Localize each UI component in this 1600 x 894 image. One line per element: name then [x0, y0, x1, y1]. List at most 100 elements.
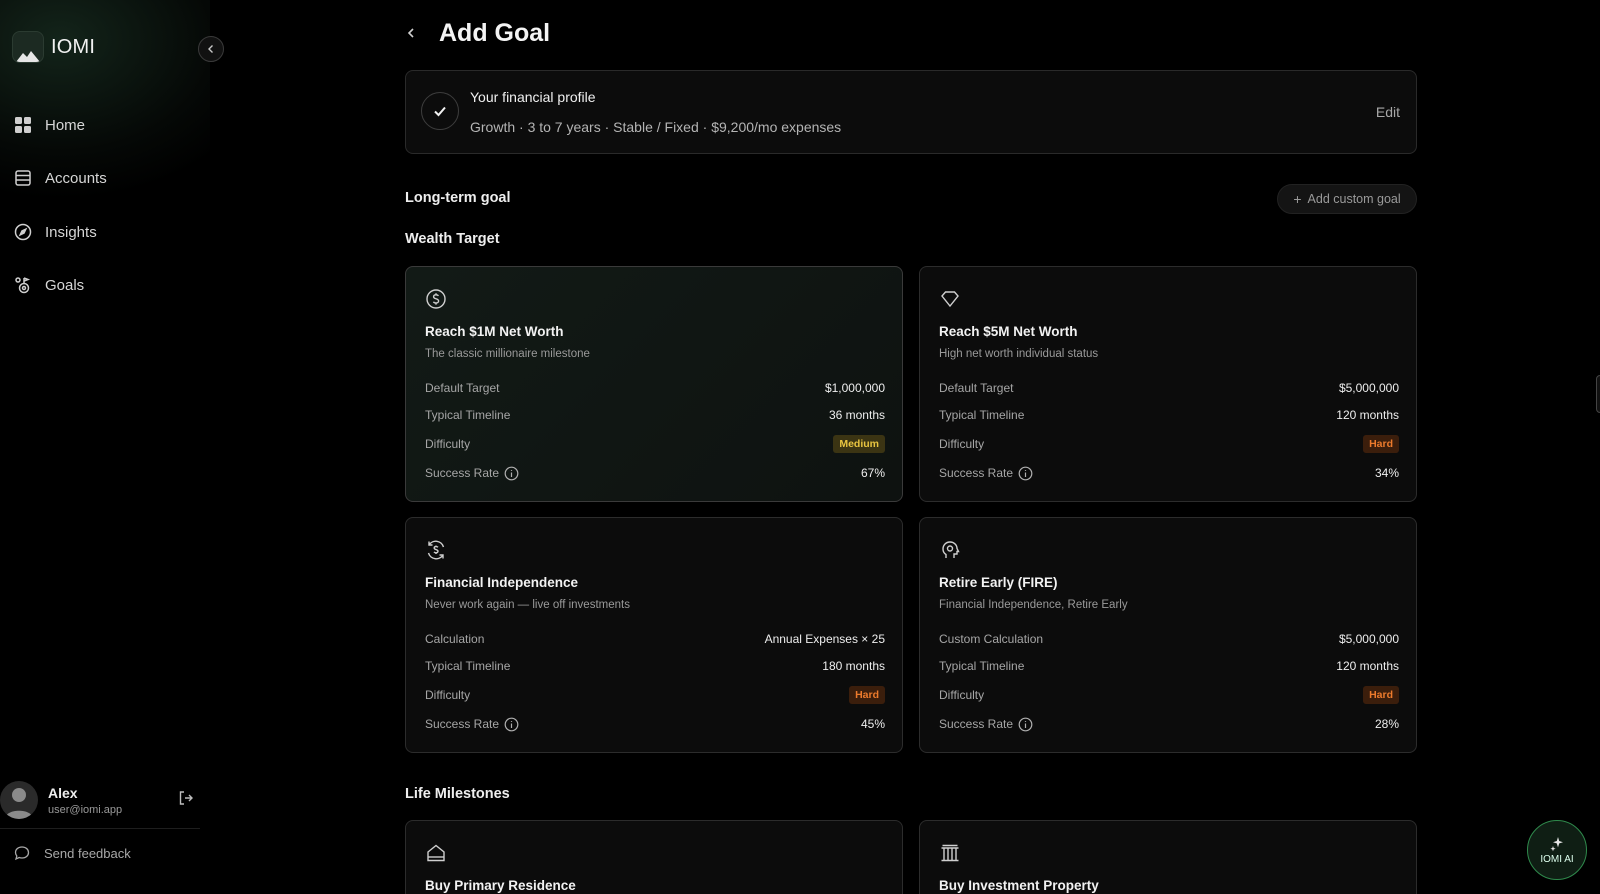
sidebar-item-insights[interactable]: Insights — [13, 222, 97, 242]
row-key: Custom Calculation — [939, 632, 1044, 646]
chat-bubble-icon — [14, 846, 30, 861]
user-profile[interactable]: Alex user@iomi.app — [0, 778, 200, 822]
profile-title: Your financial profile — [470, 89, 596, 105]
goal-title: Financial Independence — [425, 575, 579, 590]
row-key: Default Target — [939, 381, 1014, 395]
side-panel-handle[interactable] — [1596, 375, 1600, 413]
goal-row: Calculation Annual Expenses × 25 — [425, 629, 885, 649]
row-key-label: Success Rate — [939, 717, 1014, 731]
sidebar-item-label: Home — [45, 116, 86, 134]
info-icon[interactable] — [504, 717, 519, 732]
sparkle-icon — [1550, 836, 1563, 851]
goal-card-reach-1m[interactable]: Reach $1M Net Worth The classic milliona… — [405, 266, 903, 502]
goal-row: Difficulty Medium — [425, 434, 885, 454]
goal-card-retire-early[interactable]: Retire Early (FIRE) Financial Independen… — [919, 517, 1417, 753]
goal-title: Reach $1M Net Worth — [425, 324, 564, 339]
row-key: Default Target — [425, 381, 500, 395]
profile-summary: Growth · 3 to 7 years · Stable / Fixed ·… — [470, 119, 842, 135]
row-key: Success Rate — [425, 466, 519, 481]
goal-card-buy-primary-residence[interactable]: Buy Primary Residence — [405, 820, 903, 894]
goal-row: Difficulty Hard — [425, 685, 885, 705]
row-key-label: Success Rate — [425, 466, 500, 480]
feedback-label: Send feedback — [44, 845, 131, 861]
row-value: 180 months — [822, 659, 885, 673]
goal-title: Reach $5M Net Worth — [939, 324, 1078, 339]
row-value: 34% — [1374, 466, 1399, 480]
info-icon[interactable] — [1018, 717, 1033, 732]
row-value: 36 months — [828, 408, 885, 422]
dollar-refresh-icon — [425, 539, 447, 561]
page-title: Add Goal — [439, 18, 551, 47]
ai-button-label: IOMI AI — [1540, 853, 1574, 865]
row-value: 120 months — [1336, 408, 1399, 422]
goal-row: Success Rate 34% — [939, 463, 1399, 483]
diamond-icon — [939, 288, 961, 310]
row-value: 28% — [1374, 717, 1399, 731]
back-button[interactable] — [405, 18, 425, 48]
logout-icon[interactable] — [178, 790, 194, 811]
goal-row: Typical Timeline 180 months — [425, 656, 885, 676]
row-value: $5,000,000 — [1338, 632, 1399, 646]
goal-row: Default Target $1,000,000 — [425, 378, 885, 398]
dollar-circle-icon — [425, 288, 447, 310]
page-header: Add Goal — [405, 18, 550, 48]
sidebar: IOMI Home Accounts Insights Goals Alex u… — [0, 0, 224, 894]
add-custom-goal-button[interactable]: + Add custom goal — [1277, 184, 1417, 214]
difficulty-badge: Medium — [833, 435, 885, 453]
head-lightbulb-icon — [939, 539, 961, 561]
goal-row: Default Target $5,000,000 — [939, 378, 1399, 398]
sidebar-item-label: Accounts — [45, 169, 107, 187]
goal-row: Difficulty Hard — [939, 685, 1399, 705]
row-key: Success Rate — [939, 466, 1033, 481]
row-key-label: Success Rate — [425, 717, 500, 731]
goal-card-financial-independence[interactable]: Financial Independence Never work again … — [405, 517, 903, 753]
list-icon — [13, 168, 33, 188]
row-key: Typical Timeline — [939, 659, 1025, 673]
difficulty-badge: Hard — [1363, 435, 1399, 453]
goal-row: Success Rate 45% — [425, 714, 885, 734]
goal-row: Custom Calculation $5,000,000 — [939, 629, 1399, 649]
sidebar-divider — [0, 828, 200, 829]
user-info: Alex user@iomi.app — [48, 785, 122, 816]
row-key: Difficulty — [425, 437, 471, 451]
goal-title: Buy Primary Residence — [425, 878, 576, 893]
iomi-ai-button[interactable]: IOMI AI — [1527, 820, 1587, 880]
row-key: Success Rate — [425, 717, 519, 732]
goal-row: Success Rate 28% — [939, 714, 1399, 734]
brand[interactable]: IOMI — [12, 31, 95, 63]
grid-icon — [13, 115, 33, 135]
row-key: Difficulty — [939, 437, 985, 451]
goal-row: Typical Timeline 36 months — [425, 405, 885, 425]
goal-row: Typical Timeline 120 months — [939, 405, 1399, 425]
send-feedback-button[interactable]: Send feedback — [14, 845, 131, 861]
difficulty-badge: Hard — [1363, 686, 1399, 704]
difficulty-badge: Hard — [849, 686, 885, 704]
app-logo-icon — [12, 31, 44, 63]
check-icon — [421, 92, 459, 130]
row-value: 67% — [860, 466, 885, 480]
add-custom-goal-label: Add custom goal — [1307, 192, 1401, 206]
user-name: Alex — [48, 784, 78, 801]
goal-row: Difficulty Hard — [939, 434, 1399, 454]
house-icon — [425, 842, 447, 864]
info-icon[interactable] — [1018, 466, 1033, 481]
sidebar-item-goals[interactable]: Goals — [13, 275, 84, 295]
sidebar-item-accounts[interactable]: Accounts — [13, 168, 107, 188]
goal-card-buy-investment-property[interactable]: Buy Investment Property — [919, 820, 1417, 894]
app-name: IOMI — [51, 35, 96, 58]
plus-icon: + — [1293, 191, 1302, 207]
goal-description: Never work again — live off investments — [425, 599, 630, 611]
info-icon[interactable] — [504, 466, 519, 481]
sidebar-item-home[interactable]: Home — [13, 115, 85, 135]
goal-description: The classic millionaire milestone — [425, 348, 590, 360]
edit-profile-button[interactable]: Edit — [1376, 104, 1400, 120]
row-value: Annual Expenses × 25 — [764, 632, 885, 646]
chevron-left-icon — [208, 45, 213, 53]
row-key: Difficulty — [425, 688, 471, 702]
section-title-life-milestones: Life Milestones — [405, 786, 510, 802]
goal-row: Typical Timeline 120 months — [939, 656, 1399, 676]
row-value: $5,000,000 — [1338, 381, 1399, 395]
collapse-sidebar-button[interactable] — [198, 36, 224, 62]
goal-description: High net worth individual status — [939, 348, 1099, 360]
goal-card-reach-5m[interactable]: Reach $5M Net Worth High net worth indiv… — [919, 266, 1417, 502]
